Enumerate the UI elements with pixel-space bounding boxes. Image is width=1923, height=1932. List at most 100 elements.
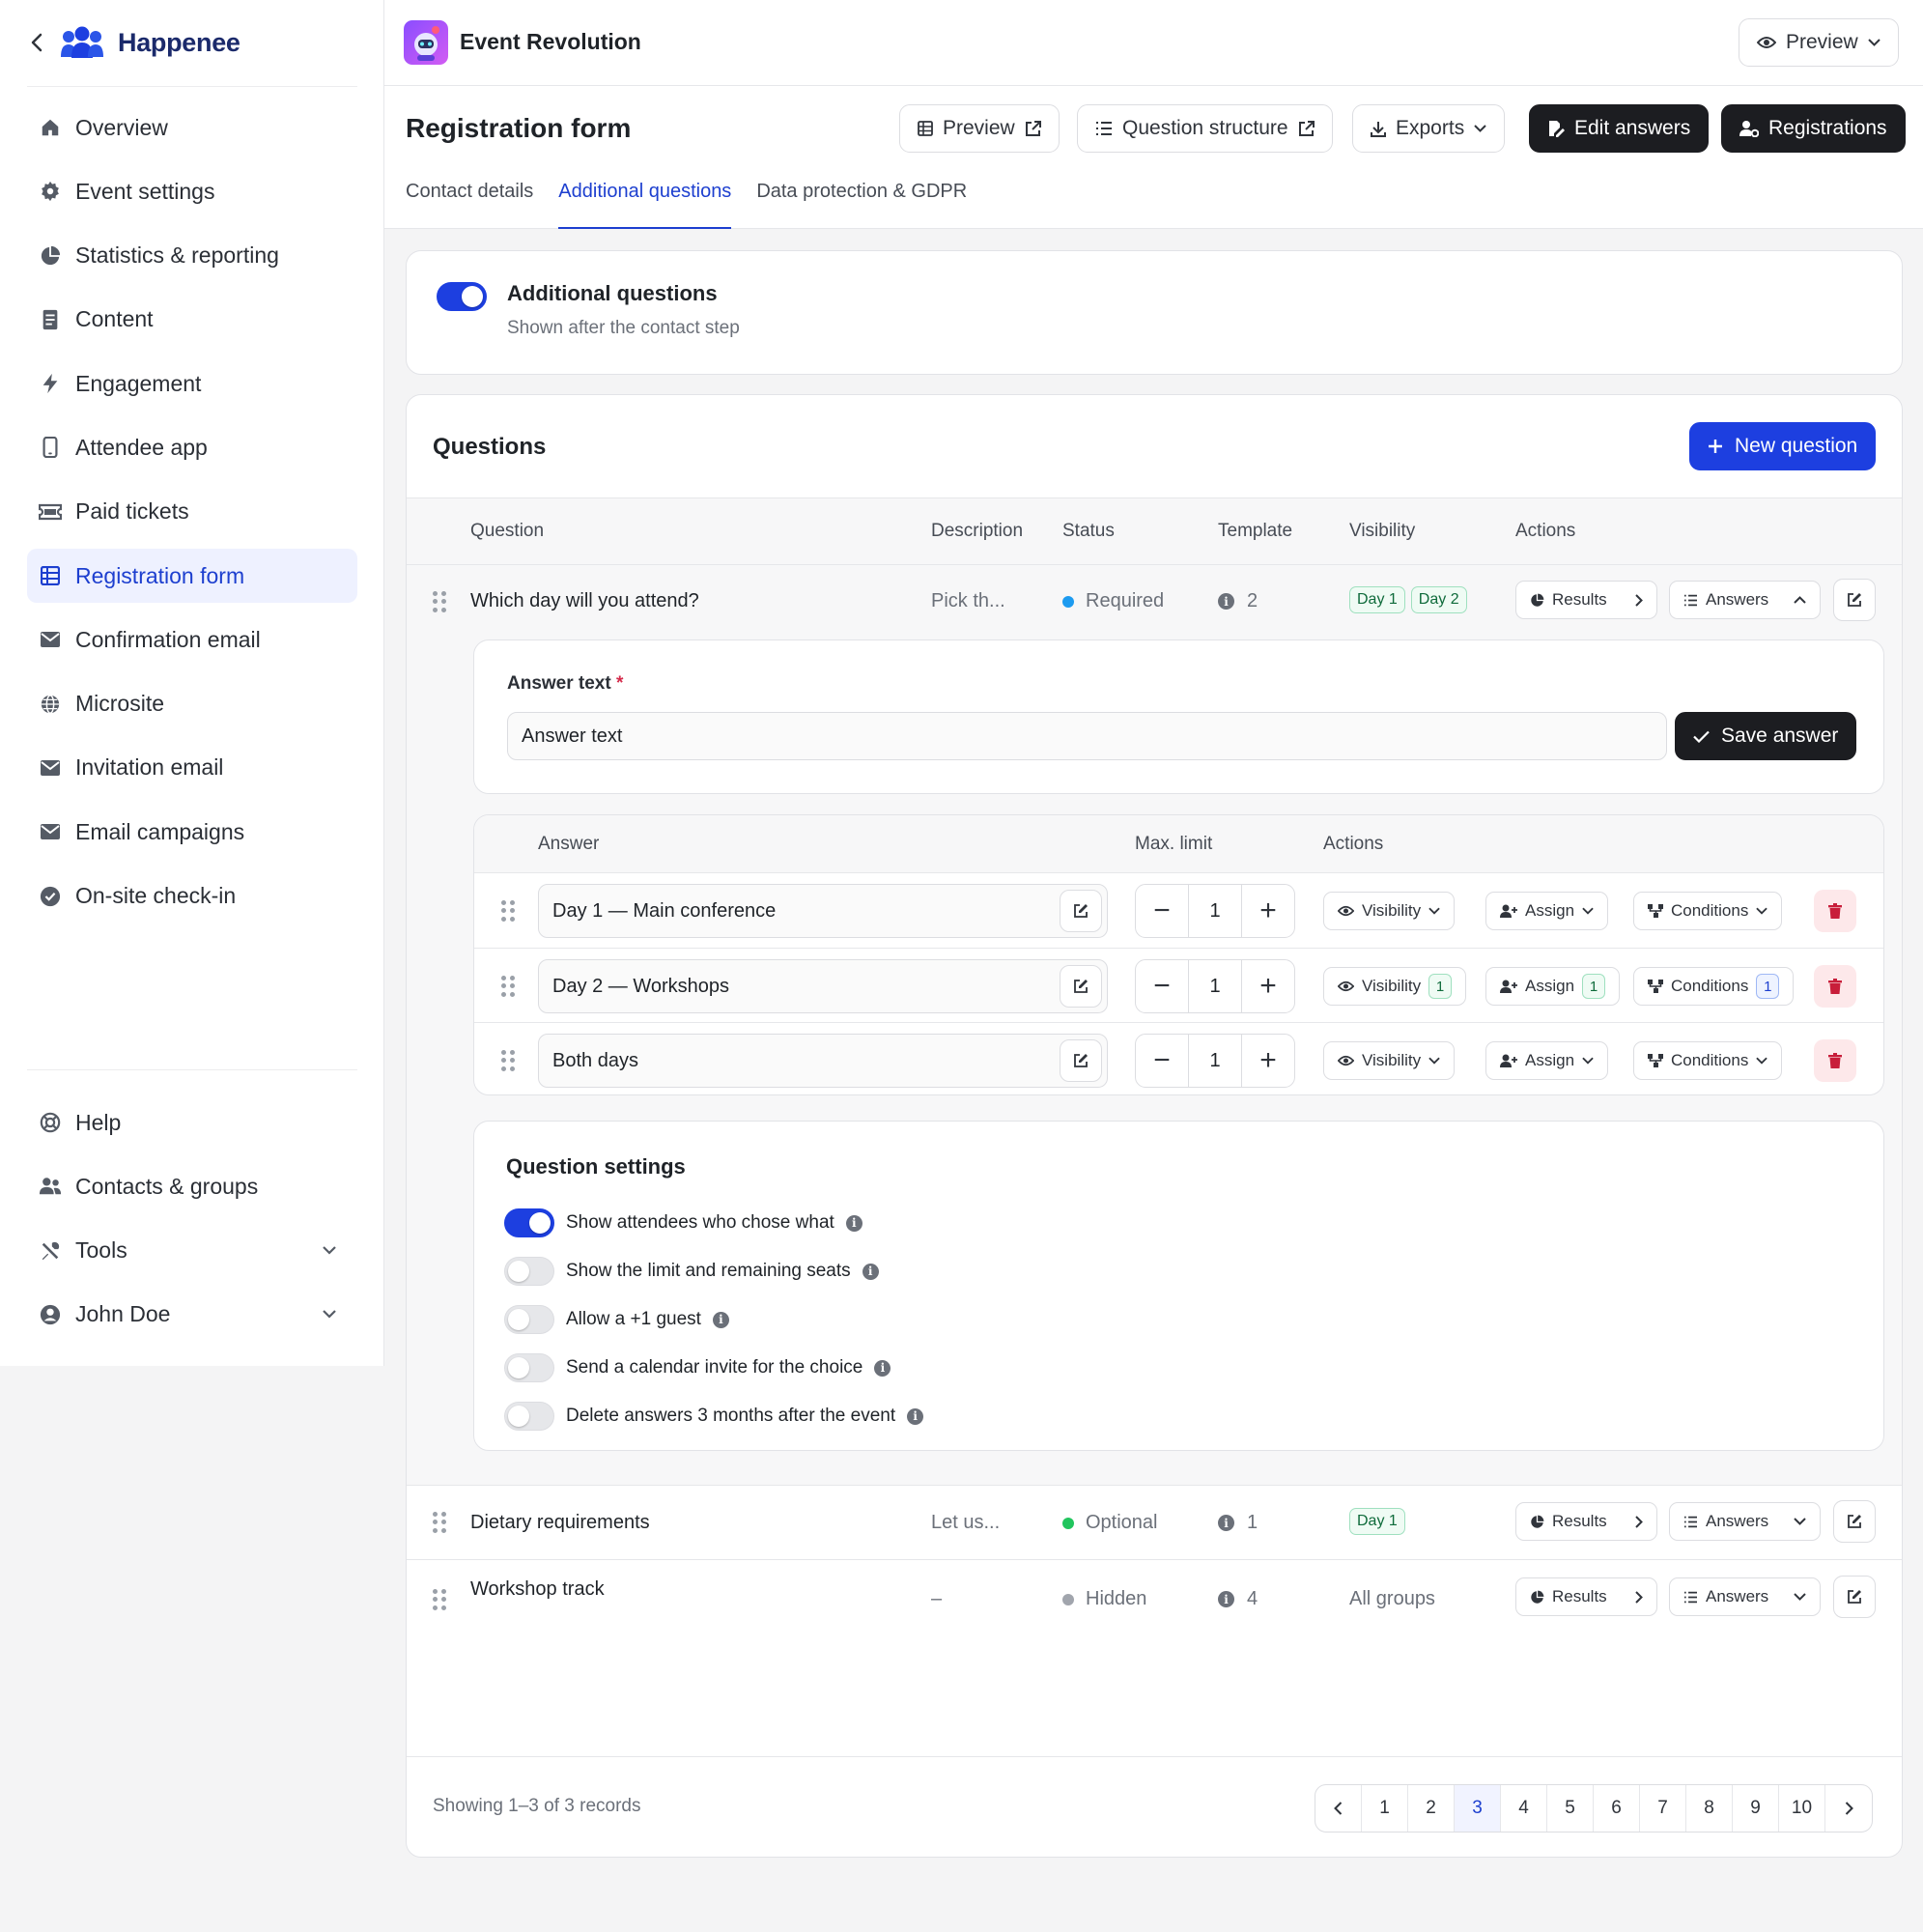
max-limit-stepper[interactable]: −1 + (1135, 1034, 1295, 1088)
visibility-dropdown[interactable]: Visibility (1323, 892, 1456, 930)
info-icon[interactable]: i (712, 1311, 729, 1328)
page-button[interactable]: 5 (1547, 1785, 1594, 1832)
answer-input[interactable]: Both days (538, 1034, 1108, 1088)
sidebar-item-microsite[interactable]: Microsite (27, 677, 357, 731)
pagination-next-button[interactable] (1825, 1785, 1872, 1832)
edit-answer-button[interactable] (1060, 890, 1102, 932)
question-structure-button[interactable]: Question structure (1077, 104, 1333, 153)
page-button[interactable]: 6 (1594, 1785, 1640, 1832)
results-button[interactable]: Results (1515, 1502, 1657, 1541)
sidebar-item-email-campaigns[interactable]: Email campaigns (27, 805, 357, 859)
answer-input[interactable]: Day 1 — Main conference (538, 884, 1108, 938)
conditions-dropdown[interactable]: Conditions 1 (1633, 967, 1795, 1006)
minus-icon[interactable]: − (1136, 1035, 1188, 1087)
tab-data-protection[interactable]: Data protection & GDPR (756, 181, 967, 229)
limit-value[interactable]: 1 (1188, 1035, 1242, 1087)
delete-answer-button[interactable] (1814, 1039, 1856, 1082)
minus-icon[interactable]: − (1136, 885, 1188, 937)
save-answer-button[interactable]: Save answer (1675, 712, 1857, 760)
setting-toggle[interactable] (504, 1305, 554, 1334)
plus-icon[interactable]: + (1242, 960, 1294, 1012)
tab-additional-questions[interactable]: Additional questions (558, 181, 732, 229)
drag-handle-icon[interactable] (501, 1050, 515, 1071)
info-icon[interactable]: i (874, 1359, 891, 1377)
visibility-dropdown[interactable]: Visibility (1323, 1041, 1456, 1080)
sidebar-item-paid-tickets[interactable]: Paid tickets (27, 485, 357, 539)
sidebar-item-content[interactable]: Content (27, 293, 357, 347)
drag-handle-icon[interactable] (501, 900, 515, 922)
table-row[interactable]: Workshop track – Hidden i4 All groups Re… (407, 1560, 1902, 1637)
page-button[interactable]: 7 (1640, 1785, 1686, 1832)
assign-dropdown[interactable]: Assign 1 (1485, 967, 1621, 1006)
sidebar-item-statistics[interactable]: Statistics & reporting (27, 229, 357, 283)
drag-handle-icon[interactable] (501, 976, 515, 997)
answer-text-input[interactable]: Answer text (507, 712, 1667, 760)
edit-question-button[interactable] (1833, 579, 1876, 621)
sidebar-item-confirmation-email[interactable]: Confirmation email (27, 612, 357, 667)
page-button[interactable]: 10 (1779, 1785, 1825, 1832)
info-icon[interactable]: i (845, 1214, 863, 1232)
assign-dropdown[interactable]: Assign (1485, 892, 1609, 930)
info-icon[interactable]: i (907, 1407, 924, 1425)
edit-answer-button[interactable] (1060, 1039, 1102, 1082)
answer-input[interactable]: Day 2 — Workshops (538, 959, 1108, 1013)
results-button[interactable]: Results (1515, 581, 1657, 619)
conditions-dropdown[interactable]: Conditions (1633, 892, 1783, 930)
sidebar-item-contacts-groups[interactable]: Contacts & groups (27, 1159, 357, 1213)
page-button[interactable]: 1 (1362, 1785, 1408, 1832)
edit-question-button[interactable] (1833, 1500, 1876, 1543)
plus-icon[interactable]: + (1242, 885, 1294, 937)
table-row[interactable]: Which day will you attend? Pick th... Re… (407, 565, 1902, 639)
edit-question-button[interactable] (1833, 1576, 1876, 1618)
sidebar-item-onsite-checkin[interactable]: On-site check-in (27, 869, 357, 923)
page-button-current[interactable]: 3 (1455, 1785, 1501, 1832)
page-button[interactable]: 9 (1733, 1785, 1779, 1832)
minus-icon[interactable]: − (1136, 960, 1188, 1012)
sidebar-item-help[interactable]: Help (27, 1095, 357, 1150)
edit-answer-button[interactable] (1060, 965, 1102, 1008)
drag-handle-icon[interactable] (433, 591, 446, 612)
table-row[interactable]: Dietary requirements Let us... Optional … (407, 1486, 1902, 1560)
sidebar-item-user[interactable]: John Doe (27, 1288, 357, 1342)
delete-answer-button[interactable] (1814, 965, 1856, 1008)
page-button[interactable]: 2 (1408, 1785, 1455, 1832)
sidebar-item-overview[interactable]: Overview (27, 100, 357, 155)
setting-toggle[interactable] (504, 1353, 554, 1382)
sidebar-item-invitation-email[interactable]: Invitation email (27, 741, 357, 795)
sidebar-item-registration-form[interactable]: Registration form (27, 549, 357, 604)
back-chevron-icon[interactable] (27, 33, 46, 52)
visibility-dropdown[interactable]: Visibility 1 (1323, 967, 1467, 1006)
tab-contact-details[interactable]: Contact details (406, 181, 533, 229)
delete-answer-button[interactable] (1814, 890, 1856, 932)
sidebar-item-attendee-app[interactable]: Attendee app (27, 420, 357, 474)
setting-toggle[interactable] (504, 1208, 554, 1237)
form-preview-button[interactable]: Preview (899, 104, 1060, 153)
limit-value[interactable]: 1 (1188, 885, 1242, 937)
edit-answers-button[interactable]: Edit answers (1529, 104, 1710, 153)
drag-handle-icon[interactable] (433, 1589, 446, 1610)
setting-toggle[interactable] (504, 1257, 554, 1286)
page-button[interactable]: 4 (1501, 1785, 1547, 1832)
new-question-button[interactable]: New question (1689, 422, 1877, 470)
sidebar-item-engagement[interactable]: Engagement (27, 356, 357, 411)
sidebar-item-event-settings[interactable]: Event settings (27, 164, 357, 218)
max-limit-stepper[interactable]: −1 + (1135, 959, 1295, 1013)
limit-value[interactable]: 1 (1188, 960, 1242, 1012)
answers-toggle-button[interactable]: Answers (1669, 1577, 1821, 1616)
setting-toggle[interactable] (504, 1402, 554, 1431)
conditions-dropdown[interactable]: Conditions (1633, 1041, 1783, 1080)
info-icon[interactable]: i (862, 1263, 879, 1280)
exports-button[interactable]: Exports (1352, 104, 1506, 153)
sidebar-item-tools[interactable]: Tools (27, 1224, 357, 1278)
results-button[interactable]: Results (1515, 1577, 1657, 1616)
drag-handle-icon[interactable] (433, 1512, 446, 1533)
pagination-prev-button[interactable] (1315, 1785, 1362, 1832)
answers-toggle-button[interactable]: Answers (1669, 1502, 1821, 1541)
topbar-preview-button[interactable]: Preview (1739, 18, 1899, 67)
additional-questions-toggle[interactable] (437, 282, 487, 311)
page-button[interactable]: 8 (1686, 1785, 1733, 1832)
plus-icon[interactable]: + (1242, 1035, 1294, 1087)
answers-toggle-button[interactable]: Answers (1669, 581, 1821, 619)
assign-dropdown[interactable]: Assign (1485, 1041, 1609, 1080)
registrations-button[interactable]: Registrations (1721, 104, 1906, 153)
